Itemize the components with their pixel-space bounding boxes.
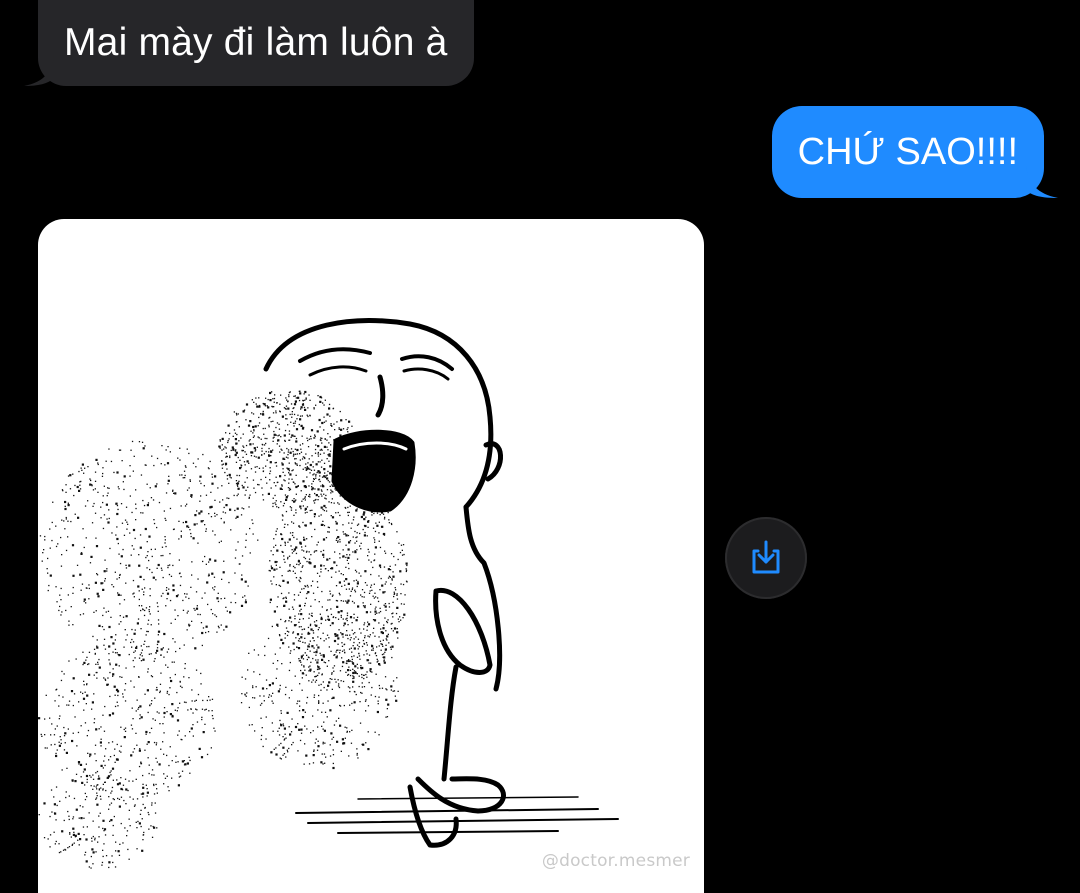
save-download-icon: [752, 540, 780, 574]
bubble-tail-icon: [1026, 166, 1058, 198]
image-attachment[interactable]: @doctor.mesmer: [38, 219, 704, 893]
crying-cartoon-drawing: [38, 318, 619, 869]
bubble-tail-icon: [24, 56, 54, 86]
save-image-button[interactable]: [725, 517, 807, 599]
incoming-message-text: Mai mày đi làm luôn à: [64, 21, 448, 64]
chat-screen: Mai mày đi làm luôn à CHỨ SAO!!!! @docto…: [0, 0, 1080, 893]
image-watermark: @doctor.mesmer: [541, 851, 690, 871]
outgoing-message-text: CHỨ SAO!!!!: [797, 130, 1018, 173]
outgoing-message-bubble[interactable]: CHỨ SAO!!!!: [771, 106, 1058, 198]
incoming-message-bubble[interactable]: Mai mày đi làm luôn à: [24, 0, 474, 86]
